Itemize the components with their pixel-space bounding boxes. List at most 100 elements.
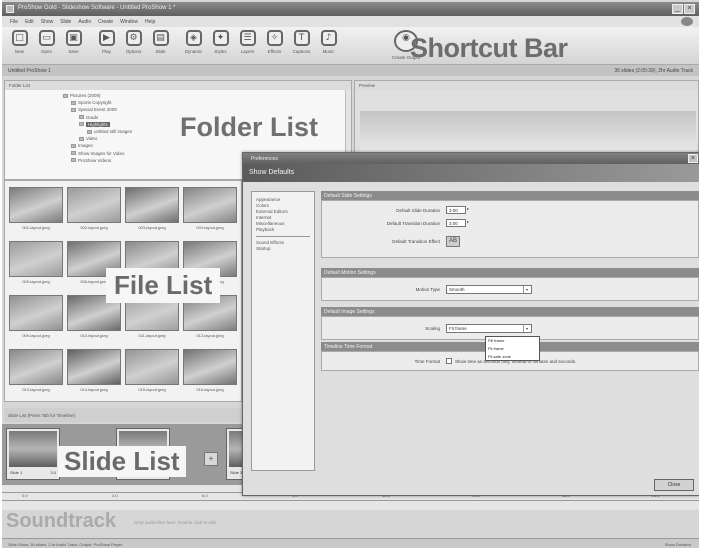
title-bar: ProShow Gold - Slideshow Software - Unti… [2, 2, 699, 16]
project-info: 36 slides (2:05:39), 2hr Audio Track [614, 68, 693, 74]
tree-item-label: Grads [86, 114, 99, 120]
file-thumbnail[interactable]: 014-layout.jpeg [67, 349, 121, 395]
tree-item-label: Show Images for Video [78, 150, 125, 156]
play-icon: ▶ [98, 30, 115, 46]
tree-item[interactable]: Images [71, 143, 93, 148]
thumbnail-image [67, 349, 121, 385]
toolbar-button-label: Styles [214, 49, 227, 54]
dynamic-icon: ◈ [185, 30, 202, 46]
project-name-tab[interactable]: Untitled ProShow 1 [8, 68, 51, 74]
tree-item-label: Video [86, 136, 98, 142]
toolbar-captions-button[interactable]: T Captions [288, 27, 315, 63]
toolbar-open-button[interactable]: ▭ Open [33, 27, 60, 63]
toolbar-effects-button[interactable]: ✧ Effects [261, 27, 288, 63]
music-icon: ♪ [320, 30, 337, 46]
toolbar-save-button[interactable]: ▣ Save [60, 27, 87, 63]
toolbar-play-button[interactable]: ▶ Play [93, 27, 120, 63]
dialog-close-button[interactable]: Close [654, 479, 694, 491]
seconds-only-checkbox[interactable] [446, 358, 452, 364]
tree-item[interactable]: untitled still images [87, 129, 132, 134]
thumbnail-caption: 010-layout.jpeg [80, 333, 108, 338]
slide-duration-spinner[interactable]: ▸ [467, 206, 472, 214]
save-icon: ▣ [65, 30, 82, 46]
dropdown-option[interactable]: Fit safe zone [486, 353, 539, 361]
folder-icon [71, 151, 76, 156]
slide-list-header: Slide List (Press Tab for Timeline) [4, 408, 242, 422]
tree-item[interactable]: Sports Copyright [71, 100, 112, 105]
window-title: ProShow Gold - Slideshow Software - Unti… [18, 5, 176, 11]
motion-type-label: Motion Type [415, 287, 440, 292]
menu-slide[interactable]: Slide [60, 19, 71, 25]
tree-item[interactable]: Highlights [79, 121, 110, 127]
scaling-select[interactable]: Fit frame ▾ [446, 324, 532, 333]
tree-item[interactable]: Video [79, 136, 97, 141]
nav-item-startup[interactable]: Startup [256, 246, 310, 252]
dropdown-option[interactable]: Fill frame [486, 337, 539, 345]
menu-create[interactable]: Create [98, 19, 113, 25]
nav-item-playback[interactable]: Playback [256, 227, 310, 233]
toolbar-options-button[interactable]: ⚙ Options [120, 27, 147, 63]
file-thumbnail[interactable]: 013-layout.jpeg [9, 349, 63, 395]
toolbar-button-label: Layers [240, 49, 255, 54]
tree-item[interactable]: Grads [79, 115, 98, 120]
dropdown-option[interactable]: Fit frame [486, 345, 539, 353]
slide-duration-input[interactable]: 3.00 [446, 206, 466, 214]
dialog-close-icon[interactable]: × [688, 154, 698, 163]
motion-type-value: Smooth [449, 287, 465, 292]
file-thumbnail[interactable]: 001-layout.jpeg [9, 187, 63, 233]
image-settings-header: Default Image Settings [321, 307, 699, 316]
menu-window[interactable]: Window [120, 19, 138, 25]
thumbnail-caption: 016-layout.jpeg [196, 387, 224, 392]
menu-help[interactable]: Help [145, 19, 155, 25]
minimize-button[interactable]: _ [672, 4, 683, 14]
tree-item[interactable]: Show Images for Video [71, 151, 124, 156]
menu-file[interactable]: File [10, 19, 18, 25]
chevron-down-icon: ▾ [523, 286, 530, 293]
scaling-dropdown-list: Fill frame Fit frame Fit safe zone [485, 336, 540, 361]
new-icon: □ [11, 30, 28, 46]
close-button[interactable]: × [684, 4, 695, 14]
toolbar-new-button[interactable]: □ New [6, 27, 33, 63]
file-thumbnail[interactable]: 016-layout.jpeg [183, 349, 237, 395]
thumbnail-image [67, 187, 121, 223]
menu-edit[interactable]: Edit [25, 19, 34, 25]
menu-show[interactable]: Show [41, 19, 54, 25]
timeline-mark: 3.0 [112, 493, 118, 498]
slide-item[interactable]: Slide 1 3.0 [6, 428, 60, 480]
file-thumbnail[interactable]: 005-layout.jpeg [9, 241, 63, 287]
menu-audio[interactable]: Audio [78, 19, 91, 25]
motion-type-select[interactable]: Smooth ▾ [446, 285, 532, 294]
dialog-section-title: Show Defaults [249, 169, 295, 176]
styles-icon: ✦ [212, 30, 229, 46]
file-thumbnail[interactable]: 009-layout.jpeg [9, 295, 63, 341]
status-right: Show Duration [664, 542, 691, 547]
add-slide-icon[interactable]: + [204, 452, 218, 466]
preview-pane-header: Preview [355, 81, 698, 90]
toolbar-styles-button[interactable]: ✦ Styles [207, 27, 234, 63]
tree-item-label: Sports Copyright [78, 100, 112, 106]
thumbnail-caption: 012-layout.jpeg [196, 333, 224, 338]
file-thumbnail[interactable]: 015-layout.jpeg [125, 349, 179, 395]
file-thumbnail[interactable]: 003-layout.jpeg [125, 187, 179, 233]
tree-item[interactable]: Pictures (2009) [63, 93, 101, 98]
transition-duration-spinner[interactable]: ▸ [467, 219, 472, 227]
slide-image [9, 431, 57, 467]
transition-duration-input[interactable]: 3.00 [446, 219, 466, 227]
tree-item[interactable]: ProShow Videos [71, 158, 111, 163]
transition-effect-label: Default Transition Effect [392, 239, 440, 244]
toolbar-button-label: Captions [292, 49, 311, 54]
transition-effect-button[interactable]: AB [446, 236, 460, 247]
toolbar-slide-button[interactable]: ▤ Slide [147, 27, 174, 63]
motion-settings-body: Motion Type Smooth ▾ [321, 277, 699, 301]
file-thumbnail[interactable]: 004-layout.jpeg [183, 187, 237, 233]
toolbar-button-label: Music [322, 49, 335, 54]
slide-icon: ▤ [152, 30, 169, 46]
file-thumbnail[interactable]: 002-layout.jpeg [67, 187, 121, 233]
toolbar-music-button[interactable]: ♪ Music [315, 27, 342, 63]
dialog-title-bar: Preferences × [243, 153, 699, 164]
folder-list-annotation: Folder List [180, 112, 319, 142]
toolbar-layers-button[interactable]: ☰ Layers [234, 27, 261, 63]
tree-item[interactable]: Special Event 2009 [71, 107, 117, 112]
toolbar-button-label: Options [125, 49, 142, 54]
toolbar-dynamic-button[interactable]: ◈ Dynamic [180, 27, 207, 63]
